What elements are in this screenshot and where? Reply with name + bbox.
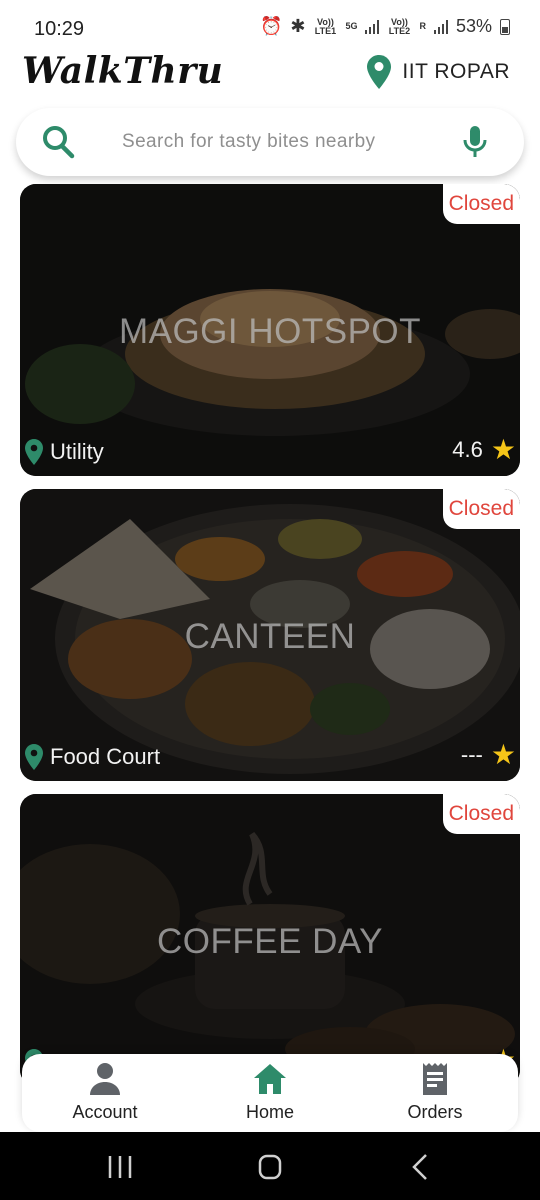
roaming-label: R <box>419 21 426 31</box>
person-icon <box>90 1063 120 1095</box>
search-input[interactable] <box>120 130 444 154</box>
location-pin-icon <box>25 744 43 770</box>
app-title: WalkThru <box>22 50 224 92</box>
search-icon[interactable] <box>40 122 76 162</box>
battery-percent: 53% <box>455 16 492 36</box>
nav-home[interactable]: Home <box>200 1062 340 1123</box>
restaurant-card[interactable]: CANTEEN Closed Food Court --- ★ <box>20 489 520 781</box>
restaurant-card[interactable]: MAGGI HOTSPOT Closed Utility 4.6 ★ <box>20 184 520 476</box>
restaurant-location: Utility <box>24 438 104 466</box>
sim2-label: Vo)) LTE2 <box>388 16 411 36</box>
status-badge: Closed <box>442 184 520 224</box>
location-selector[interactable]: IIT ROPAR <box>366 54 510 90</box>
nav-orders-label: Orders <box>407 1102 463 1122</box>
star-icon: ★ <box>490 434 516 465</box>
rating-value: 4.6 <box>452 437 483 462</box>
system-navigation-bar <box>0 1132 540 1200</box>
nav-orders[interactable]: Orders <box>365 1062 505 1123</box>
recent-apps-icon[interactable] <box>100 1150 140 1184</box>
restaurant-card[interactable]: COFFEE DAY Closed ★ <box>20 794 520 1086</box>
search-bar[interactable] <box>16 108 524 176</box>
network-type: 5G <box>345 21 358 31</box>
back-icon[interactable] <box>400 1150 440 1184</box>
rating: --- ★ <box>461 741 516 769</box>
location-label: Food Court <box>50 744 161 769</box>
status-time: 10:29 <box>34 18 85 40</box>
status-badge: Closed <box>442 794 520 834</box>
receipt-icon <box>423 1063 447 1095</box>
location-label: IIT ROPAR <box>402 60 510 83</box>
status-icons: ⏰ ✱ Vo)) LTE1 5G Vo)) LTE2 R 53% <box>260 16 510 37</box>
microphone-icon[interactable] <box>462 122 488 162</box>
status-bar: 10:29 ⏰ ✱ Vo)) LTE1 5G Vo)) LTE2 R 53% <box>0 0 540 52</box>
signal2-icon <box>433 19 448 34</box>
alarm-icon: ⏰ <box>259 16 283 36</box>
signal-icon <box>365 19 380 34</box>
battery-icon <box>500 18 510 35</box>
bluetooth-icon: ✱ <box>290 16 306 36</box>
location-label: Utility <box>50 439 104 464</box>
star-icon: ★ <box>490 739 516 770</box>
rating-value: --- <box>460 742 483 767</box>
sim1-label: Vo)) LTE1 <box>314 16 337 36</box>
home-icon <box>254 1064 286 1094</box>
nav-home-label: Home <box>245 1102 294 1122</box>
rating: 4.6 ★ <box>452 436 516 464</box>
restaurant-name: MAGGI HOTSPOT <box>118 312 422 351</box>
location-pin-icon <box>25 439 43 465</box>
status-badge: Closed <box>442 489 520 529</box>
restaurant-name: CANTEEN <box>184 617 356 656</box>
location-pin-icon <box>367 55 392 89</box>
bottom-navigation: Account Home Orders <box>22 1054 518 1132</box>
nav-account-label: Account <box>72 1102 138 1122</box>
restaurant-location: Food Court <box>24 743 160 771</box>
nav-account[interactable]: Account <box>35 1062 175 1123</box>
home-button-icon[interactable] <box>250 1150 290 1184</box>
restaurant-name: COFFEE DAY <box>156 922 384 961</box>
